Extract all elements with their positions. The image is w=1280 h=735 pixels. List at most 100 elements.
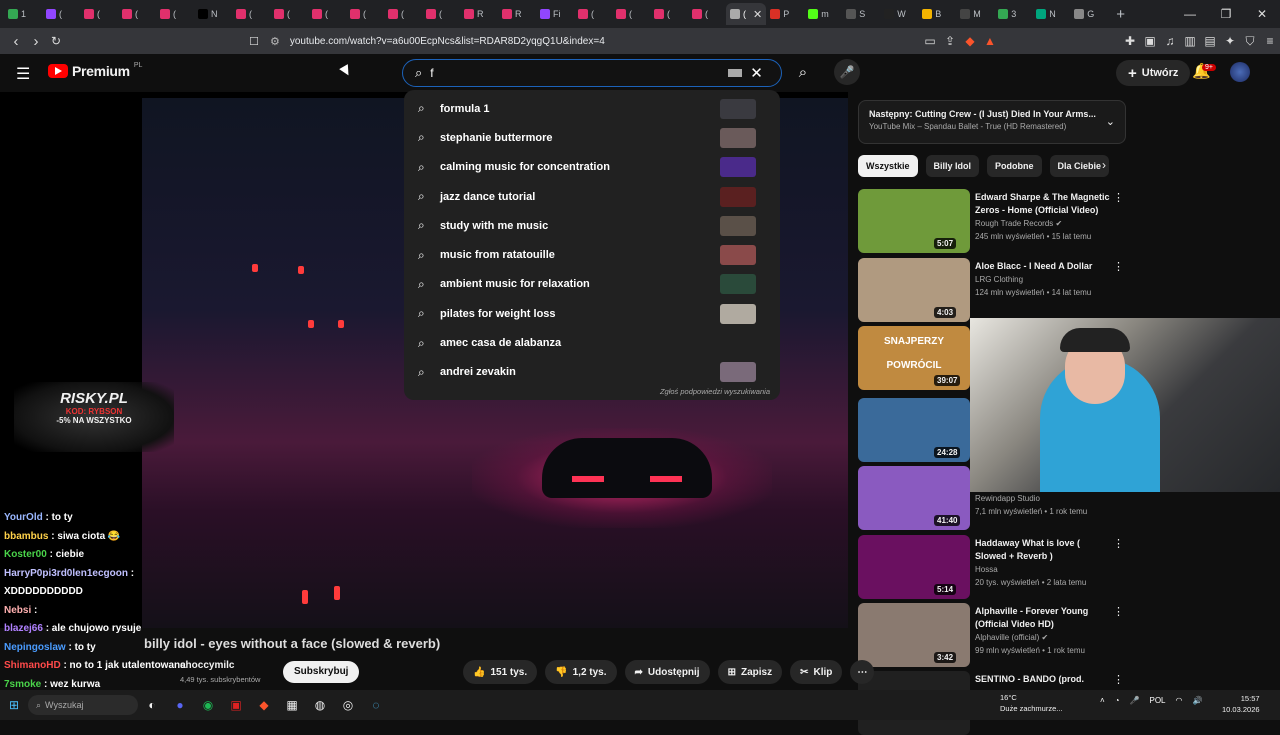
voice-search-icon[interactable]: 🎤: [834, 59, 860, 85]
recommendation-item[interactable]: 5:07 Edward Sharpe & The Magnetic Zeros -…: [858, 189, 1128, 253]
media-icon[interactable]: ♫: [1160, 34, 1180, 48]
chat-username[interactable]: ShimanoHD: [4, 660, 61, 671]
browser-tab[interactable]: S: [842, 3, 880, 25]
volume-icon[interactable]: 🔊: [1192, 696, 1202, 705]
calculator-icon[interactable]: ▦: [278, 694, 306, 716]
taskbar-clock[interactable]: 15:57 10.03.2026: [1222, 693, 1260, 715]
search-button[interactable]: ⌕: [786, 59, 820, 87]
suggestion-item[interactable]: ⌕ calming music for concentration: [404, 153, 780, 182]
browser-tab[interactable]: 3: [994, 3, 1032, 25]
hamburger-menu-icon[interactable]: ☰: [16, 64, 30, 84]
minimize-button[interactable]: —: [1172, 7, 1208, 21]
browser-tab[interactable]: M: [956, 3, 994, 25]
tray-expand-icon[interactable]: ˄: [1100, 696, 1105, 705]
dislike-button[interactable]: 👎 1,2 tys.: [545, 660, 617, 684]
chevron-down-icon[interactable]: ⌄: [1106, 115, 1115, 128]
address-bar[interactable]: ⚙ youtube.com/watch?v=a6u00EcpNcs&list=R…: [270, 31, 990, 51]
browser-tab[interactable]: P: [766, 3, 804, 25]
chevron-right-icon[interactable]: ›: [1102, 158, 1106, 172]
more-actions-button[interactable]: ⋯: [850, 660, 875, 684]
share-button[interactable]: ➦ Udostępnij: [624, 660, 710, 684]
browser-tab[interactable]: (: [42, 3, 80, 25]
save-button[interactable]: ⊞ Zapisz: [717, 660, 783, 684]
sidebar-icon[interactable]: ▥: [1180, 34, 1200, 48]
microphone-icon[interactable]: 🎤: [1130, 696, 1140, 705]
browser-tab[interactable]: (: [346, 3, 384, 25]
more-vert-icon[interactable]: ⋮: [1113, 260, 1124, 273]
browser-tab[interactable]: (: [650, 3, 688, 25]
browser-tab[interactable]: R: [460, 3, 498, 25]
obs-icon[interactable]: ◎: [334, 694, 362, 716]
chat-username[interactable]: 7smoke: [4, 679, 41, 690]
clear-search-icon[interactable]: ✕: [750, 64, 763, 82]
wallet-icon[interactable]: ▤: [1200, 34, 1220, 48]
browser-tab[interactable]: (: [156, 3, 194, 25]
vpn-icon[interactable]: ⛉: [1240, 34, 1260, 49]
wifi-icon[interactable]: ◠: [1176, 696, 1183, 705]
recommendation-item[interactable]: 4:03 Aloe Blacc - I Need A Dollar LRG Clot…: [858, 258, 1128, 322]
chat-username[interactable]: blazej66: [4, 623, 43, 634]
create-button[interactable]: + Utwórz: [1116, 60, 1191, 86]
brave-rewards-icon[interactable]: ▲: [980, 34, 1000, 48]
weather-widget[interactable]: 16°C Duże zachmurze...: [1000, 692, 1063, 714]
recommendation-item[interactable]: SNAJPERZY POWRÓCIL 39:07: [858, 326, 1128, 390]
new-tab-button[interactable]: +: [1116, 6, 1125, 23]
browser-tab[interactable]: m: [804, 3, 842, 25]
more-vert-icon[interactable]: ⋮: [1113, 673, 1124, 686]
more-vert-icon[interactable]: ⋮: [1113, 537, 1124, 550]
recommendation-item[interactable]: 24:28: [858, 398, 1128, 462]
playlist-next-panel[interactable]: Następny: Cutting Crew - (I Just) Died I…: [858, 100, 1126, 144]
suggestion-item[interactable]: ⌕ formula 1: [404, 94, 780, 123]
chat-username[interactable]: Nebsi: [4, 605, 31, 616]
leo-icon[interactable]: ✦: [1220, 34, 1240, 48]
voicemeeter-icon[interactable]: ▣: [222, 694, 250, 716]
discord-icon[interactable]: ●: [166, 694, 194, 716]
browser-tab[interactable]: Fi: [536, 3, 574, 25]
browser-tab[interactable]: (: [688, 3, 726, 25]
reload-icon[interactable]: ↻: [46, 34, 66, 48]
suggestion-item[interactable]: ⌕ study with me music: [404, 211, 780, 240]
suggestion-item[interactable]: ⌕ ambient music for relaxation: [404, 270, 780, 299]
more-vert-icon[interactable]: ⋮: [1113, 605, 1124, 618]
browser-tab[interactable]: (: [612, 3, 650, 25]
extensions-icon[interactable]: ✚: [1120, 34, 1140, 48]
chat-username[interactable]: Nepingoslaw: [4, 642, 66, 653]
close-tab-icon[interactable]: ✕: [753, 8, 762, 21]
forward-icon[interactable]: ›: [26, 33, 46, 50]
browser-tab[interactable]: (: [574, 3, 612, 25]
keyboard-icon[interactable]: [728, 69, 743, 77]
bookmark-icon[interactable]: ☐: [244, 35, 264, 48]
browser-tab[interactable]: (: [118, 3, 156, 25]
search-box[interactable]: ⌕ ✕: [402, 59, 782, 87]
browser-tab[interactable]: B: [918, 3, 956, 25]
search-input[interactable]: [430, 66, 721, 80]
windows-start-icon[interactable]: ⊞: [0, 694, 28, 716]
browser-tab-active[interactable]: (✕: [726, 3, 767, 25]
suggestion-item[interactable]: ⌕ pilates for weight loss: [404, 299, 780, 328]
suggestion-item[interactable]: ⌕ amec casa de alabanza: [404, 328, 780, 357]
chip-similar[interactable]: Podobne: [987, 155, 1042, 177]
taskview-icon[interactable]: ◐: [138, 694, 166, 716]
report-suggestions-link[interactable]: Zgłoś podpowiedzi wyszukiwania: [660, 387, 770, 396]
language-indicator[interactable]: POL: [1149, 696, 1165, 705]
channel-name[interactable]: choccymilc: [180, 660, 234, 671]
menu-icon[interactable]: ≡: [1260, 34, 1280, 48]
taskbar-search[interactable]: ⌕ Wyszukaj: [28, 695, 138, 715]
brave-shield-icon[interactable]: ◆: [960, 34, 980, 48]
browser-tab[interactable]: (: [80, 3, 118, 25]
suggestion-item[interactable]: ⌕ stephanie buttermore: [404, 123, 780, 152]
youtube-premium-logo[interactable]: Premium PL: [48, 62, 142, 79]
back-icon[interactable]: ‹: [6, 33, 26, 50]
browser-tab[interactable]: R: [498, 3, 536, 25]
browser-tab[interactable]: 1: [4, 3, 42, 25]
recommendation-item[interactable]: 3:42 Alphaville - Forever Young (Official…: [858, 603, 1128, 667]
more-vert-icon[interactable]: ⋮: [1113, 191, 1124, 204]
like-button[interactable]: 👍 151 tys.: [463, 660, 538, 684]
clip-button[interactable]: ✂ Klip: [790, 660, 843, 684]
recommendation-item[interactable]: 5:14 Haddaway What is love ( Slowed + Rev…: [858, 535, 1128, 599]
cast-icon[interactable]: ▭: [920, 34, 940, 48]
chat-username[interactable]: Koster00: [4, 549, 47, 560]
globe-icon[interactable]: ◌: [362, 694, 390, 716]
chat-username[interactable]: bbambus: [4, 531, 48, 542]
steam-icon[interactable]: ◍: [306, 694, 334, 716]
